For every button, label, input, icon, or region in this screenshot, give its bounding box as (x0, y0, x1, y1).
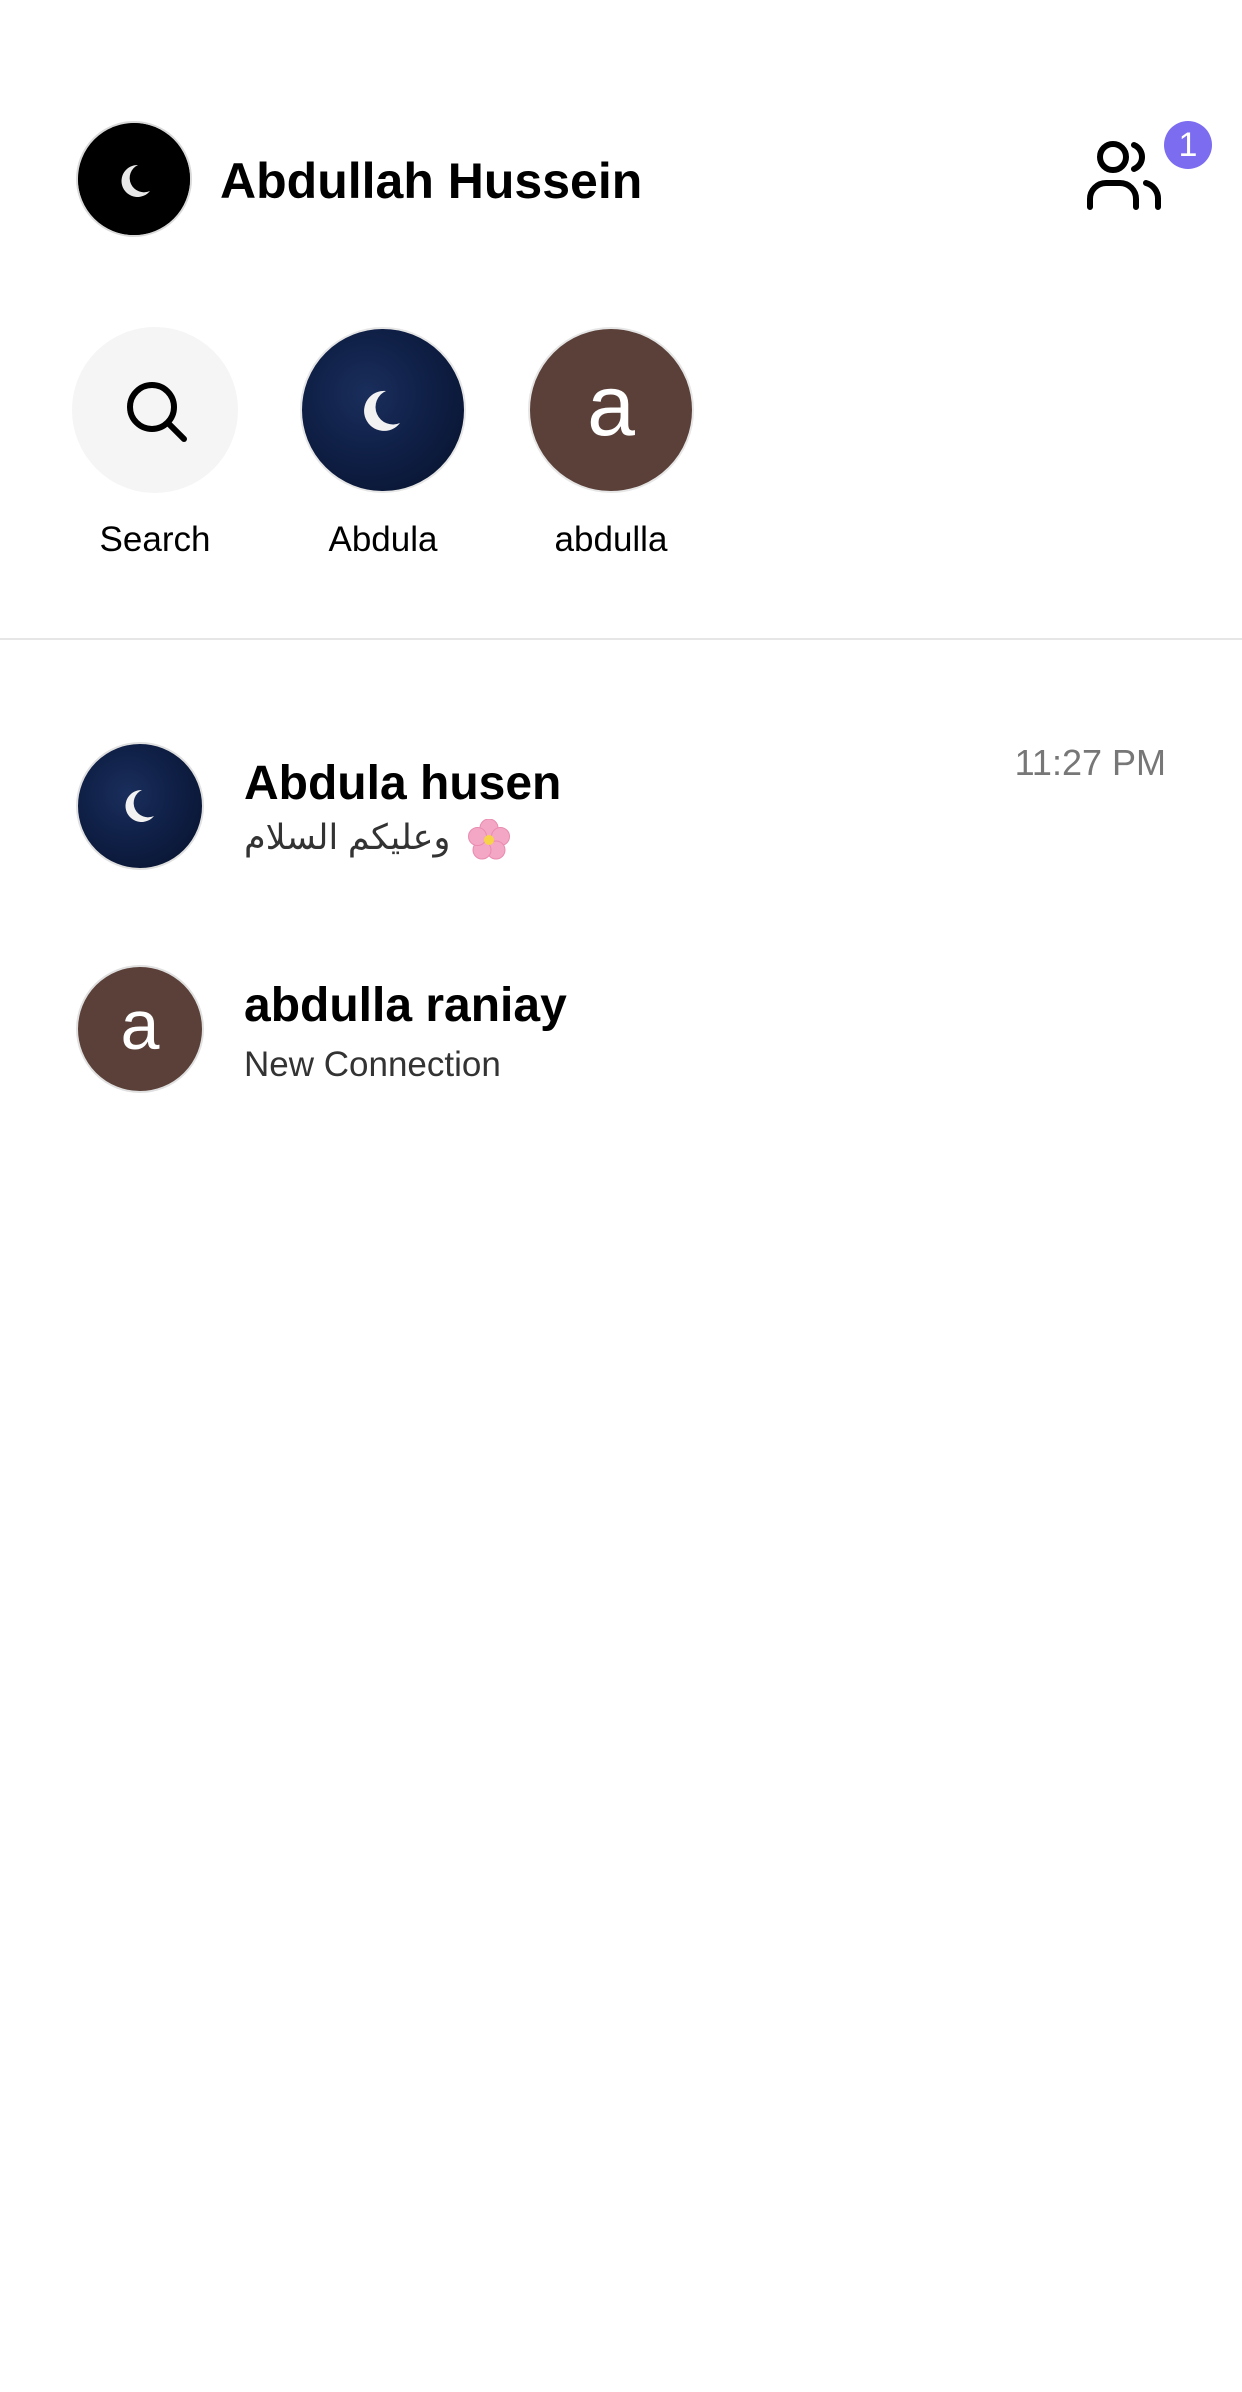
story-label: Search (99, 520, 211, 559)
conversation-item[interactable]: a abdulla raniay New Connection (0, 930, 1242, 1140)
crescent-moon-icon (125, 789, 154, 822)
search-icon (127, 382, 187, 442)
conversation-avatar: a (76, 965, 204, 1093)
users-icon (1087, 141, 1161, 210)
divider (0, 638, 1242, 640)
conversation-preview: وعليكم السلام (244, 817, 511, 861)
conversation-avatar (76, 742, 204, 870)
search-circle[interactable] (72, 327, 238, 493)
story-search[interactable]: Search (72, 327, 238, 561)
friends-button[interactable]: 1 (1086, 121, 1212, 239)
conversation-item[interactable]: Abdula husen وعليكم السلام 11:27 PM (0, 700, 1242, 910)
conversation-preview: New Connection (244, 1045, 501, 1084)
profile-avatar[interactable] (76, 121, 192, 237)
story-abdula[interactable]: Abdula (300, 327, 466, 561)
notification-badge: 1 (1164, 121, 1212, 169)
story-label: Abdula (328, 520, 438, 559)
header: Abdullah Hussein 1 (76, 121, 1212, 239)
crescent-moon-icon (78, 123, 190, 235)
story-label: abdulla (554, 520, 668, 559)
preview-text: وعليكم السلام (244, 818, 451, 857)
cherry-blossom-icon (468, 818, 511, 860)
stories-row: Search Abdula a abdulla (72, 327, 772, 567)
conversation-name: abdulla raniay (244, 979, 567, 1032)
avatar-letter: a (587, 358, 635, 454)
story-avatar[interactable] (300, 327, 466, 493)
profile-name: Abdullah Hussein (220, 153, 643, 209)
avatar-letter: a (120, 986, 160, 1064)
conversation-name: Abdula husen (244, 757, 562, 810)
crescent-moon-icon (364, 390, 400, 431)
conversation-time: 11:27 PM (1014, 742, 1166, 783)
story-avatar[interactable]: a (528, 327, 694, 493)
story-abdulla[interactable]: a abdulla (528, 327, 694, 561)
chat-home-screen: Abdullah Hussein 1 Search Abdula a abdul… (0, 0, 1242, 2392)
